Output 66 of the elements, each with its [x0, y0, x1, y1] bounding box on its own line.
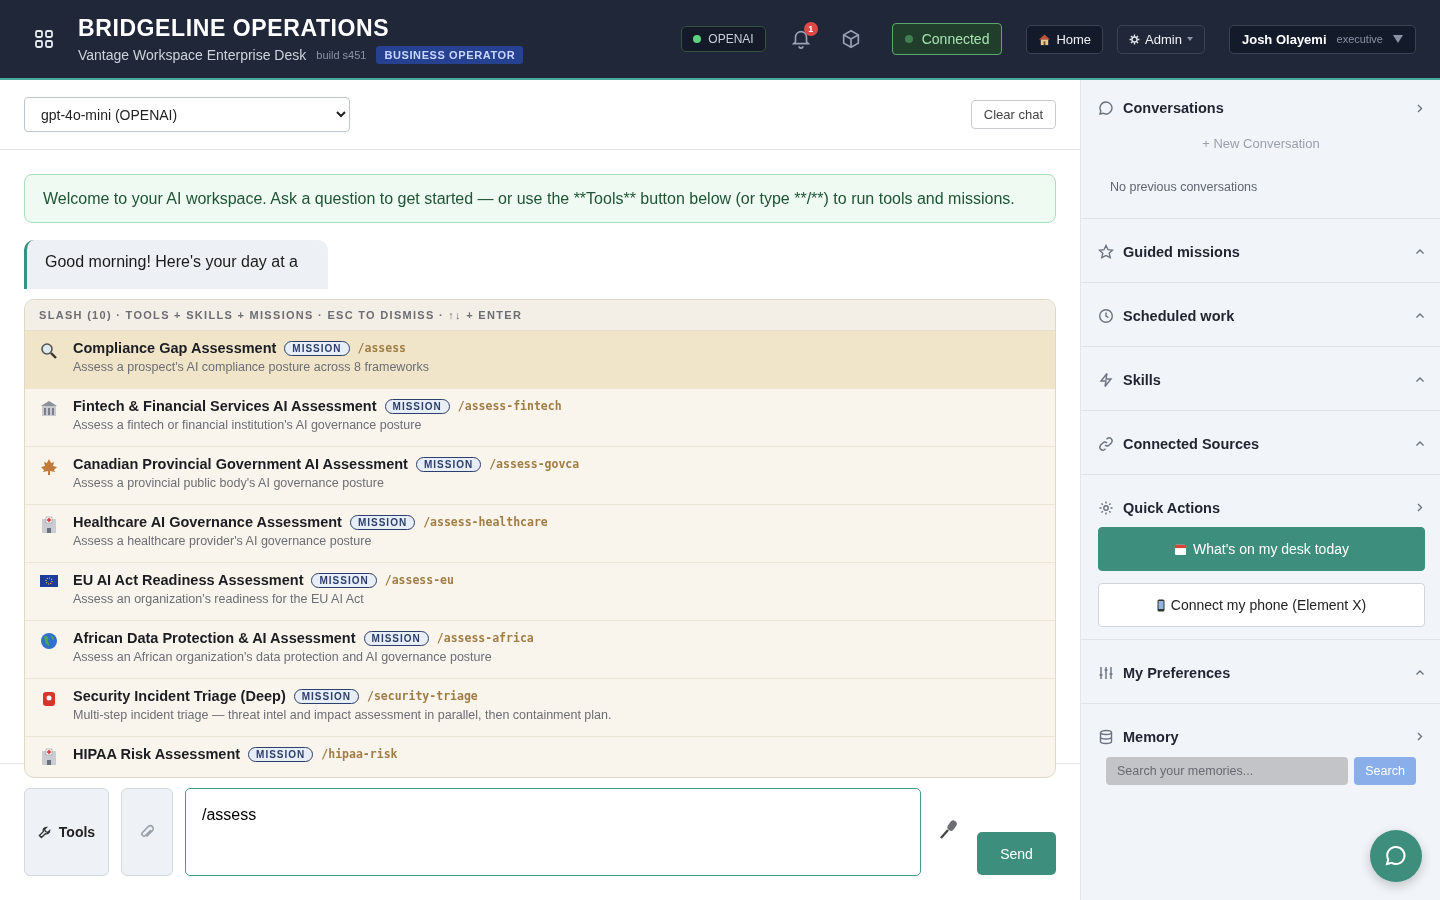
command-shortcut: /security-triage: [366, 689, 478, 703]
command-shortcut: /assess-africa: [436, 631, 534, 645]
mission-tag: MISSION: [363, 630, 429, 646]
home-button[interactable]: Home: [1026, 24, 1104, 54]
section-header[interactable]: Scheduled work: [1098, 283, 1424, 346]
command-title: Fintech & Financial Services AI Assessment: [73, 398, 377, 414]
clear-chat-button[interactable]: Clear chat: [970, 100, 1056, 129]
command-item[interactable]: Healthcare AI Governance Assessment MISSION /assess-healthcare Assess a healthcare provider's AI governance posture: [25, 505, 1055, 563]
quick-action-button[interactable]: What's on my desk today: [1098, 527, 1425, 571]
command-shortcut: /assess-fintech: [457, 399, 562, 413]
command-title: Compliance Gap Assessment: [73, 340, 277, 356]
command-title: Security Incident Triage (Deep): [73, 688, 286, 704]
section-header[interactable]: Conversations: [1098, 80, 1424, 134]
command-description: Assess a healthcare provider's AI governance posture: [73, 534, 373, 548]
command-shortcut: /hipaa-risk: [321, 747, 398, 761]
connection-status: Connected: [891, 23, 1003, 55]
admin-button[interactable]: Admin: [1117, 24, 1205, 54]
command-item[interactable]: Security Incident Triage (Deep) MISSION /security-triage Multi-step incident triage — threat intel and impact assessment in parallel, then containment plan.: [25, 679, 1055, 737]
role-badge: BUSINESS OPERATOR: [376, 45, 524, 64]
welcome-message: Welcome to your AI workspace. Ask a question to get started — or use the **Tools** button below (or type **/**) to run tools and missions.: [24, 174, 1056, 223]
section-header[interactable]: Skills: [1098, 347, 1424, 410]
provider-pill[interactable]: OPENAI: [681, 26, 766, 52]
section-header[interactable]: Connected Sources: [1098, 411, 1424, 474]
message-input[interactable]: /assess: [185, 788, 921, 876]
command-title: EU AI Act Readiness Assessment: [73, 572, 304, 588]
command-item[interactable]: African Data Protection & AI Assessment MISSION /assess-africa Assess an African organization's data protection and AI governance posture: [25, 621, 1055, 679]
mission-tag: MISSION: [293, 688, 359, 704]
command-shortcut: /assess-healthcare: [423, 515, 548, 529]
user-menu[interactable]: Josh Olayemi executive: [1228, 24, 1416, 54]
command-item[interactable]: Canadian Provincial Government AI Assessment MISSION /assess-govca Assess a provincial public body's AI governance posture: [25, 447, 1055, 505]
mission-tag: MISSION: [415, 456, 482, 472]
command-title: Healthcare AI Governance Assessment: [73, 514, 342, 530]
tools-button[interactable]: Tools: [24, 788, 109, 876]
command-description: Assess a provincial public body's AI governance posture: [73, 476, 385, 490]
section-header[interactable]: My Preferences: [1098, 640, 1424, 703]
command-title: African Data Protection & AI Assessment: [73, 630, 356, 646]
command-shortcut: /assess: [357, 341, 407, 355]
command-description: Assess an organization's readiness for the EU AI Act: [73, 592, 365, 606]
app-subtitle: Vantage Workspace Enterprise Desk: [78, 46, 307, 63]
mission-tag: MISSION: [248, 746, 314, 762]
model-select[interactable]: gpt-4o-mini (OPENAI): [24, 97, 350, 132]
command-item[interactable]: Compliance Gap Assessment MISSION /assess Assess a prospect's AI compliance posture across 8 frameworks: [25, 331, 1055, 389]
mission-tag: MISSION: [349, 514, 416, 530]
build-label: build s451: [316, 48, 367, 61]
command-item[interactable]: EU AI Act Readiness Assessment MISSION /assess-eu Assess an organization's readiness for the EU AI Act: [25, 563, 1055, 621]
command-description: Assess an African organization's data protection and AI governance posture: [73, 650, 493, 664]
section-header[interactable]: Guided missions: [1098, 219, 1424, 282]
command-description: Assess a fintech or financial institution's AI governance posture: [73, 418, 423, 432]
memory-search-field[interactable]: Search your memories...: [1106, 757, 1349, 785]
command-description: Multi-step incident triage — threat intel and impact assessment in parallel, then containment plan.: [73, 708, 612, 722]
send-button[interactable]: Send: [977, 832, 1056, 875]
command-shortcut: /assess-eu: [384, 573, 454, 587]
mission-tag: MISSION: [284, 340, 350, 356]
app-title: BRIDGELINE OPERATIONS: [78, 14, 391, 42]
mission-tag: MISSION: [384, 398, 450, 414]
command-title: Canadian Provincial Government AI Assessment: [73, 456, 408, 472]
quick-action-button[interactable]: Connect my phone (Element X): [1098, 583, 1425, 627]
command-item[interactable]: Fintech & Financial Services AI Assessment MISSION /assess-fintech Assess a fintech or financial institution's AI governance posture: [25, 389, 1055, 447]
command-description: Assess a prospect's AI compliance posture across 8 frameworks: [73, 360, 429, 374]
command-title: HIPAA Risk Assessment: [73, 746, 241, 762]
mission-tag: MISSION: [311, 572, 377, 588]
menu-header: SLASH (10) · TOOLS + SKILLS + MISSIONS · ESC TO DISMISS · ↑↓ + ENTER: [25, 300, 1055, 331]
empty-state-text: No previous conversations: [1109, 179, 1259, 196]
notification-badge: 1: [803, 22, 818, 36]
assistant-message: Good morning! Here's your day at a: [24, 240, 328, 289]
command-shortcut: /assess-govca: [489, 457, 580, 471]
